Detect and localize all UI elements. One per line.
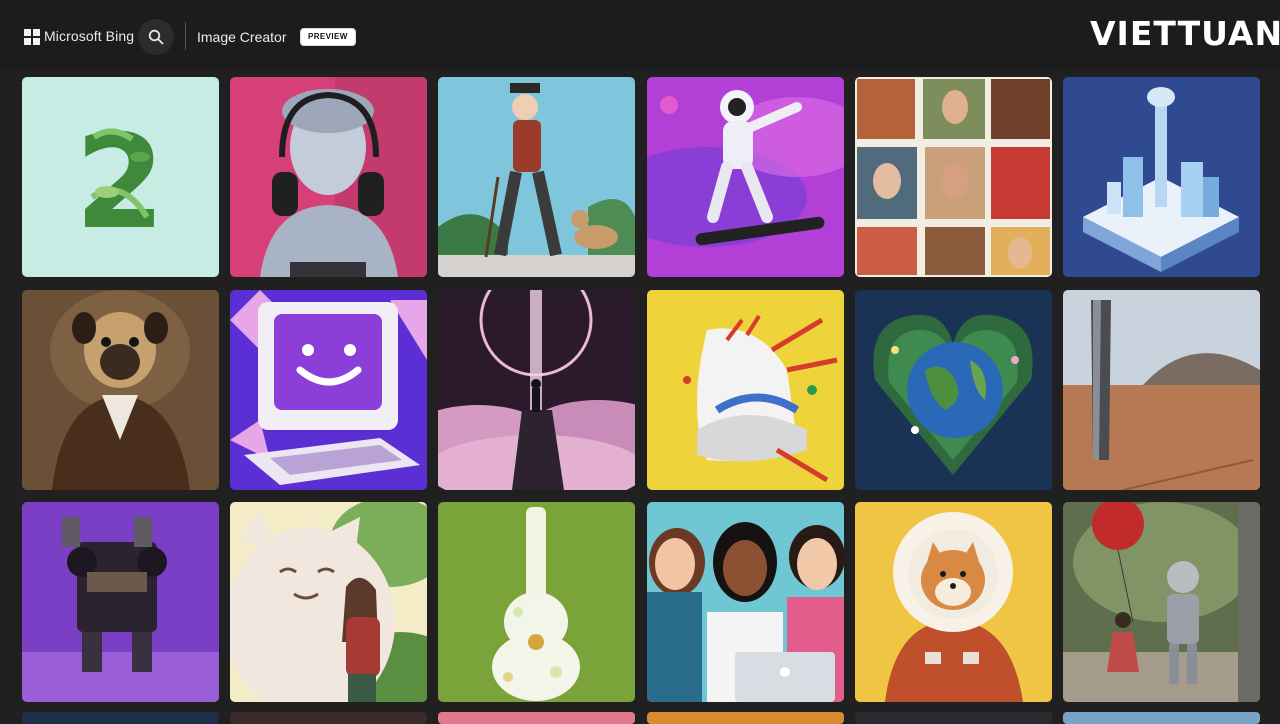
watermark-logo: VIETTUAN xyxy=(1090,14,1280,53)
preview-badge: PREVIEW xyxy=(300,28,356,46)
leaf-number-two: 2 xyxy=(75,106,165,258)
gallery-image-vintage-robot-on-purple[interactable] xyxy=(22,502,219,702)
gallery-image-mirror-monolith-desert[interactable] xyxy=(1063,290,1260,490)
top-bar: Microsoft Bing Image Creator PREVIEW xyxy=(0,0,1280,70)
gallery-row-partial xyxy=(230,712,427,724)
gallery-image-astronaut-on-skateboard[interactable] xyxy=(647,77,844,277)
gallery-image-flower-guitar[interactable] xyxy=(438,502,635,702)
gallery-image-giant-cat-with-girl[interactable] xyxy=(230,502,427,702)
gallery-image-painted-portrait-collage[interactable] xyxy=(855,77,1052,277)
brand-label[interactable]: Microsoft Bing xyxy=(44,28,134,44)
gallery-image-isometric-city-tower[interactable] xyxy=(1063,77,1260,277)
gallery-image-pug-in-victorian-suit[interactable] xyxy=(22,290,219,490)
gallery-row-partial xyxy=(22,712,219,724)
gallery-image-old-man-walking-dog[interactable] xyxy=(438,77,635,277)
gallery-image-girl-robot-red-balloon[interactable] xyxy=(1063,502,1260,702)
search-button[interactable] xyxy=(138,19,174,55)
microsoft-logo-icon[interactable] xyxy=(24,29,40,45)
gallery-row-partial xyxy=(438,712,635,724)
header-divider xyxy=(185,22,186,50)
search-icon xyxy=(148,29,164,45)
gallery-row-partial xyxy=(855,712,1052,724)
gallery-image-smiling-retro-computer[interactable] xyxy=(230,290,427,490)
gallery-image-marble-bust-with-headphones[interactable] xyxy=(230,77,427,277)
gallery-row-partial xyxy=(647,712,844,724)
gallery-image-green-leaf-number-two[interactable]: 2 xyxy=(22,77,219,277)
gallery-row-partial xyxy=(1063,712,1260,724)
gallery-image-figure-on-cloud-rock[interactable] xyxy=(438,290,635,490)
gallery-image-three-women-with-laptop[interactable] xyxy=(647,502,844,702)
gallery-image-shiba-astronaut[interactable] xyxy=(855,502,1052,702)
gallery-image-earth-in-flower-heart[interactable] xyxy=(855,290,1052,490)
product-title[interactable]: Image Creator xyxy=(197,29,286,45)
gallery-image-exploding-sneaker[interactable] xyxy=(647,290,844,490)
